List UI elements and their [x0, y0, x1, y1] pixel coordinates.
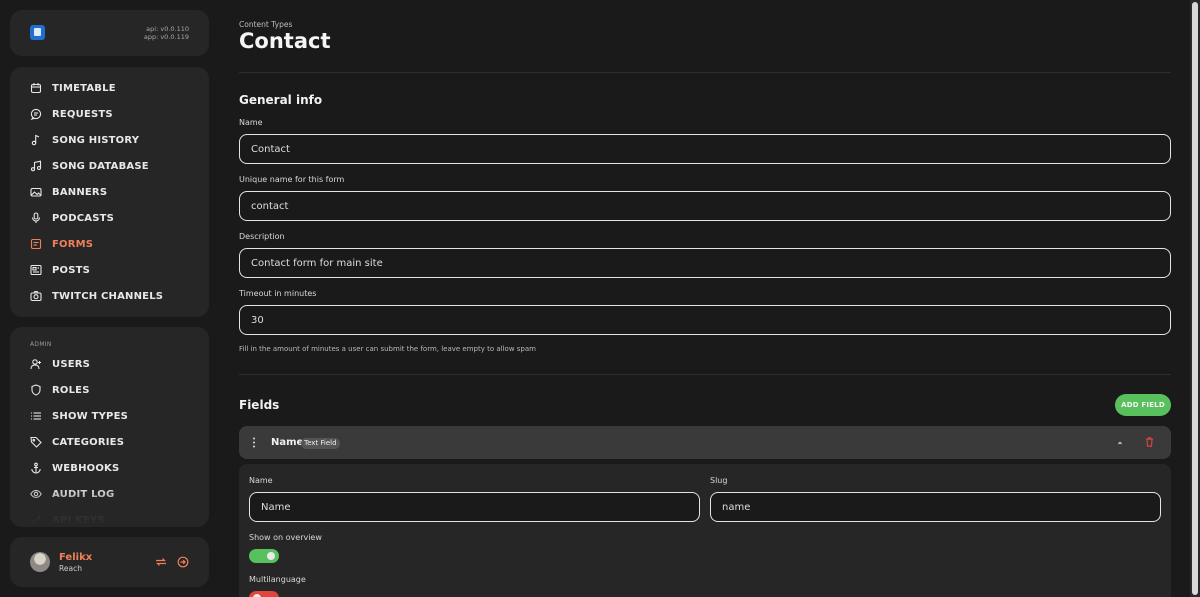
description-label: Description: [239, 232, 285, 241]
sidebar-item-label: SONG HISTORY: [52, 134, 140, 146]
image-icon: [30, 187, 42, 197]
sidebar-item-roles[interactable]: ROLES: [10, 377, 209, 403]
timeout-hint: Fill in the amount of minutes a user can…: [239, 345, 536, 353]
brand-card: api: v0.0.110 app: v0.0.119: [10, 10, 209, 56]
user-subtitle: Reach: [59, 564, 82, 573]
sidebar-item-label: API KEYS: [52, 514, 105, 526]
scrollbar-thumb[interactable]: [1192, 2, 1198, 595]
sidebar-item-label: TIMETABLE: [52, 82, 116, 94]
sidebar-item-label: ROLES: [52, 384, 90, 396]
api-version: api: v0.0.110: [146, 25, 189, 33]
user-name: Felikx: [59, 552, 93, 563]
tag-icon: [30, 436, 42, 448]
list-icon: [31, 412, 41, 420]
unique-name-label: Unique name for this form: [239, 175, 345, 184]
main-content: Content Types Contact General info Name …: [239, 0, 1171, 597]
field-header[interactable]: Name Text Field: [239, 426, 1171, 459]
app-version: app: v0.0.119: [143, 33, 189, 41]
sidebar-item-label: CATEGORIES: [52, 436, 125, 448]
calendar-icon: [30, 83, 42, 94]
microphone-icon: [31, 212, 41, 223]
sidebar-item-banners[interactable]: BANNERS: [10, 179, 209, 205]
form-icon: [30, 238, 42, 250]
toggle-knob: [267, 552, 275, 560]
sidebar-item-label: REQUESTS: [52, 108, 113, 120]
show-on-overview-label: Show on overview: [249, 533, 322, 542]
switch-icon[interactable]: [155, 556, 167, 568]
general-info-heading: General info: [239, 93, 323, 107]
avatar[interactable]: [30, 552, 50, 572]
sidebar-item-song-history[interactable]: SONG HISTORY: [10, 127, 209, 153]
description-input[interactable]: Contact form for main site: [239, 248, 1171, 278]
anchor-icon: [31, 462, 41, 474]
sidebar-item-forms[interactable]: FORMS: [10, 231, 209, 257]
sidebar-item-song-database[interactable]: SONG DATABASE: [10, 153, 209, 179]
field-title: Name: [271, 437, 304, 448]
sidebar-item-label: SHOW TYPES: [52, 410, 129, 422]
logout-icon[interactable]: [177, 556, 189, 568]
sidebar-item-label: TWITCH CHANNELS: [52, 290, 164, 302]
drag-handle-icon[interactable]: [251, 437, 257, 448]
page-scrollbar[interactable]: [1190, 0, 1200, 597]
multilanguage-label: Multilanguage: [249, 575, 306, 584]
sidebar-item-label: AUDIT LOG: [52, 488, 115, 500]
timeout-label: Timeout in minutes: [239, 289, 317, 298]
field-body: Name Name Slug name Show on overview Mul…: [239, 464, 1171, 597]
add-field-button[interactable]: ADD FIELD: [1115, 394, 1171, 416]
unique-name-input[interactable]: contact: [239, 191, 1171, 221]
name-input[interactable]: Contact: [239, 134, 1171, 164]
user-card: Felikx Reach: [10, 537, 209, 587]
sidebar-item-webhooks[interactable]: WEBHOOKS: [10, 455, 209, 481]
shield-icon: [31, 384, 41, 396]
camera-icon: [30, 291, 42, 302]
music-notes-icon: [30, 160, 42, 172]
sidebar-item-label: FORMS: [52, 238, 94, 250]
sidebar-item-api-keys[interactable]: API KEYS: [10, 507, 209, 527]
sidebar-admin-nav: ADMIN USERS ROLES SHOW TYPES CATEGORIES …: [10, 327, 209, 527]
sidebar-item-label: USERS: [52, 358, 91, 370]
name-label: Name: [239, 118, 263, 127]
eye-icon: [30, 489, 42, 499]
divider: [239, 374, 1171, 375]
version-info: api: v0.0.110 app: v0.0.119: [144, 25, 189, 41]
sidebar-item-label: POSTS: [52, 264, 91, 276]
sidebar-item-audit-log[interactable]: AUDIT LOG: [10, 481, 209, 507]
field-slug-input[interactable]: name: [710, 492, 1161, 522]
users-icon: [30, 359, 41, 370]
timeout-input[interactable]: 30: [239, 305, 1171, 335]
field-type-badge: Text Field: [301, 438, 340, 449]
app-logo[interactable]: [30, 25, 45, 40]
sidebar-item-categories[interactable]: CATEGORIES: [10, 429, 209, 455]
sidebar-item-label: BANNERS: [52, 186, 108, 198]
chat-icon: [30, 108, 42, 120]
sidebar-item-show-types[interactable]: SHOW TYPES: [10, 403, 209, 429]
sidebar-item-label: WEBHOOKS: [52, 462, 120, 474]
sidebar-item-timetable[interactable]: TIMETABLE: [10, 75, 209, 101]
breadcrumb[interactable]: Content Types: [239, 20, 292, 29]
field-name-input[interactable]: Name: [249, 492, 700, 522]
sidebar-item-requests[interactable]: REQUESTS: [10, 101, 209, 127]
multilanguage-toggle[interactable]: [249, 591, 279, 597]
admin-section-label: ADMIN: [30, 341, 52, 348]
sidebar-item-users[interactable]: USERS: [10, 351, 209, 377]
sidebar-item-twitch-channels[interactable]: TWITCH CHANNELS: [10, 283, 209, 309]
sidebar-item-posts[interactable]: POSTS: [10, 257, 209, 283]
music-note-icon: [31, 134, 40, 146]
sidebar-item-label: PODCASTS: [52, 212, 115, 224]
show-on-overview-toggle[interactable]: [249, 549, 279, 563]
newspaper-icon: [30, 264, 42, 276]
field-slug-label: Slug: [710, 476, 728, 485]
field-name-label: Name: [249, 476, 273, 485]
sidebar-item-label: SONG DATABASE: [52, 160, 149, 172]
sidebar-main-nav: TIMETABLE REQUESTS SONG HISTORY SONG DAT…: [10, 67, 209, 317]
sidebar-item-podcasts[interactable]: PODCASTS: [10, 205, 209, 231]
delete-icon[interactable]: [1145, 437, 1154, 447]
divider: [239, 72, 1171, 73]
fields-heading: Fields: [239, 398, 280, 412]
chevron-up-icon[interactable]: [1116, 439, 1124, 447]
key-icon: [30, 515, 41, 526]
page-title: Contact: [239, 29, 331, 53]
